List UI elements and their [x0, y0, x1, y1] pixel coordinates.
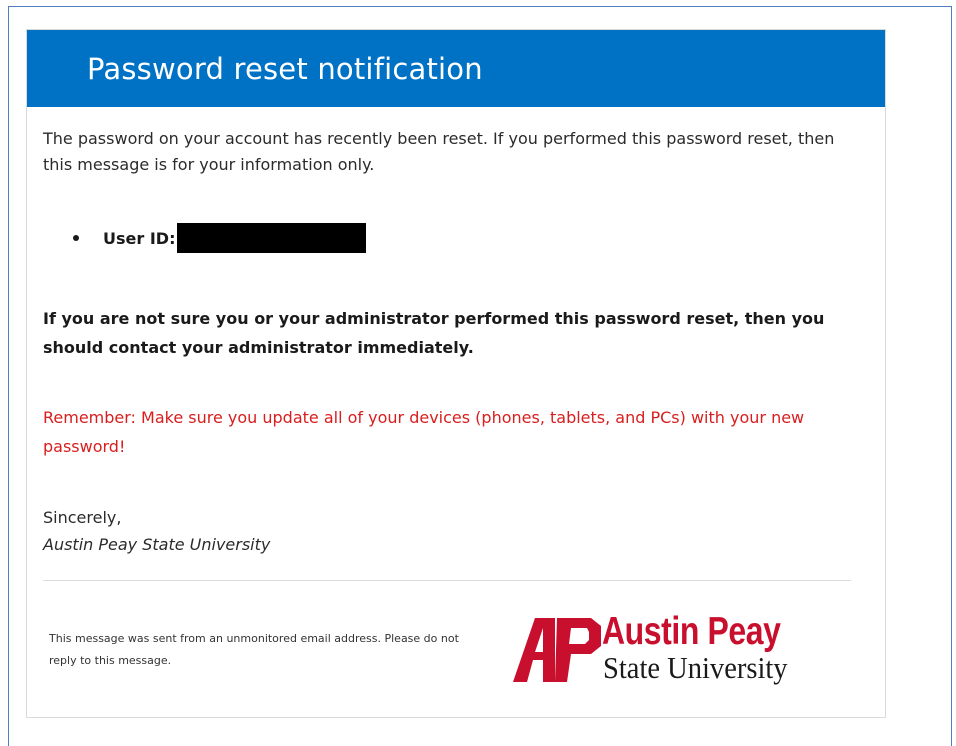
email-card: Password reset notification The password… — [26, 29, 886, 718]
user-id-item: User ID: — [73, 223, 367, 253]
footer-divider — [43, 580, 851, 581]
university-logo: Austin Peay State University — [513, 610, 823, 688]
user-id-label: User ID: — [103, 228, 176, 248]
reminder-paragraph: Remember: Make sure you update all of yo… — [43, 408, 805, 456]
closing-block: Sincerely, Austin Peay State University — [43, 504, 270, 558]
logo-line-2: State University — [603, 650, 788, 685]
bullet-icon — [73, 235, 79, 241]
signature-text: Austin Peay State University — [43, 535, 271, 554]
email-title: Password reset notification — [87, 52, 483, 86]
redacted-user-id — [177, 223, 367, 253]
closing-text: Sincerely, — [43, 508, 122, 527]
warning-paragraph: If you are not sure you or your administ… — [43, 309, 825, 357]
email-header: Password reset notification — [27, 30, 885, 107]
logo-line-1: Austin Peay — [602, 610, 781, 653]
footer-note: This message was sent from an unmonitore… — [49, 632, 459, 667]
intro-paragraph: The password on your account has recentl… — [43, 129, 835, 174]
ap-logo-icon — [513, 618, 601, 682]
